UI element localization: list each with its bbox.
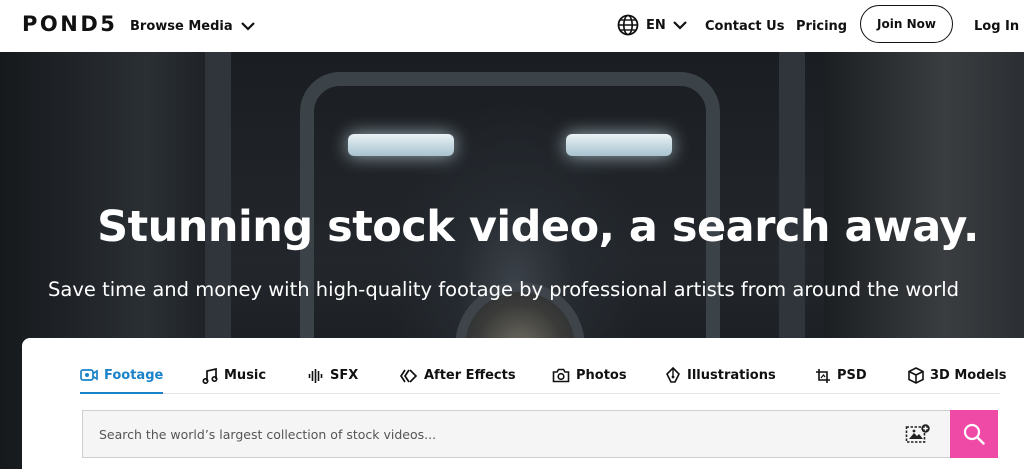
search-panel: Footage Music SFX After Effects Photos I… — [22, 338, 1024, 469]
tab-music[interactable]: Music — [202, 358, 266, 393]
search-icon — [963, 423, 985, 445]
browse-media-label: Browse Media — [130, 18, 233, 34]
contact-us-link[interactable]: Contact Us — [705, 13, 784, 39]
search-bar — [82, 410, 950, 458]
tab-footage[interactable]: Footage — [80, 358, 164, 394]
music-note-icon — [202, 367, 218, 384]
tab-label: Illustrations — [687, 368, 776, 383]
tab-label: Music — [224, 368, 267, 383]
cube-icon — [908, 367, 924, 384]
browse-media-menu[interactable]: Browse Media — [130, 13, 255, 39]
chevron-down-icon — [240, 21, 255, 31]
media-type-tabs: Footage Music SFX After Effects Photos I… — [80, 358, 1007, 394]
language-selector[interactable]: EN — [617, 10, 687, 40]
pond5-logo[interactable]: POND5 — [22, 12, 117, 36]
search-input[interactable] — [83, 411, 883, 457]
globe-icon — [617, 14, 639, 36]
top-nav: POND5 Browse Media EN Contact Us Pricing… — [0, 0, 1024, 52]
tab-label: Footage — [104, 367, 164, 383]
tab-after-effects[interactable]: After Effects — [400, 358, 516, 393]
hero-headline: Stunning stock video, a search away. — [97, 202, 979, 252]
tab-label: Photos — [576, 368, 627, 383]
tab-label: SFX — [330, 368, 359, 383]
photo-camera-icon — [552, 368, 570, 383]
image-search-icon[interactable] — [905, 423, 931, 447]
tab-label: PSD — [837, 368, 867, 383]
hero-subheadline: Save time and money with high-quality fo… — [48, 278, 960, 301]
tab-label: 3D Models — [930, 368, 1007, 383]
tab-sfx[interactable]: SFX — [308, 358, 358, 393]
language-label: EN — [646, 17, 666, 33]
pricing-link[interactable]: Pricing — [796, 13, 847, 39]
tab-label: After Effects — [424, 368, 516, 383]
tab-psd[interactable]: PSD — [815, 358, 867, 393]
sound-wave-icon — [308, 368, 323, 383]
tab-photos[interactable]: Photos — [552, 358, 627, 393]
log-in-link[interactable]: Log In — [974, 13, 1019, 39]
pen-nib-icon — [666, 367, 680, 383]
tab-illustrations[interactable]: Illustrations — [665, 358, 776, 393]
hero-light-right — [566, 134, 672, 156]
camera-icon — [80, 369, 98, 381]
after-effects-icon — [400, 368, 418, 383]
psd-crop-icon — [816, 368, 830, 383]
chevron-down-icon — [672, 20, 687, 30]
search-button[interactable] — [950, 410, 998, 458]
tab-3d-models[interactable]: 3D Models — [908, 358, 1007, 393]
join-now-button[interactable]: Join Now — [860, 5, 953, 43]
hero-light-left — [348, 134, 454, 156]
